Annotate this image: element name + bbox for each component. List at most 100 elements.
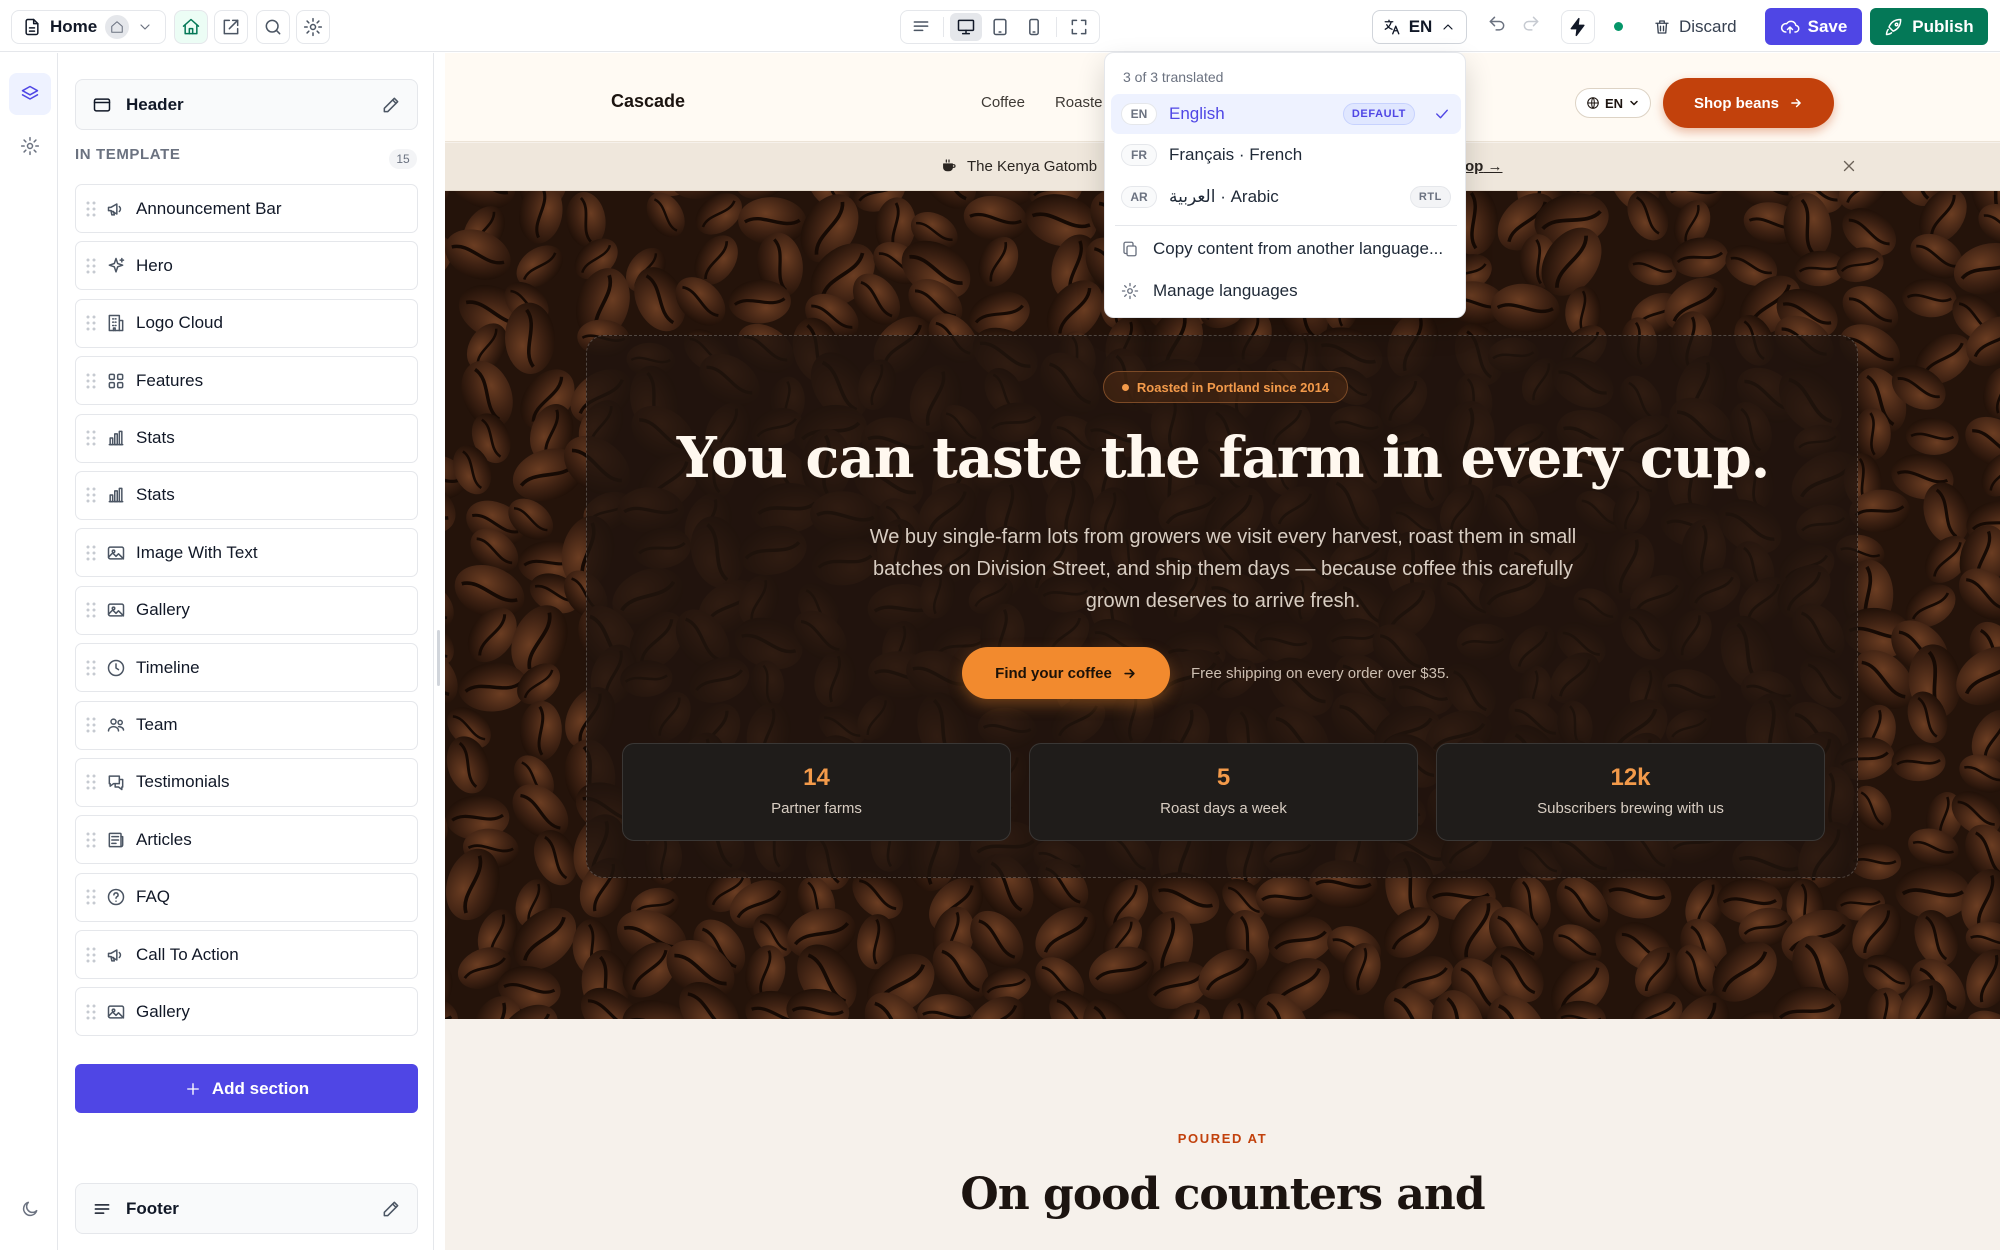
footer-section-row[interactable]: Footer <box>75 1183 418 1234</box>
page-settings-button[interactable] <box>296 10 330 44</box>
site-brand[interactable]: Cascade <box>611 91 685 112</box>
template-section-item[interactable]: Call To Action <box>75 930 418 980</box>
template-section-item[interactable]: Team <box>75 700 418 750</box>
site-settings-tab[interactable] <box>9 125 51 167</box>
newspaper-icon <box>108 832 124 848</box>
drag-handle-icon[interactable] <box>86 660 96 676</box>
drag-handle-icon[interactable] <box>86 430 96 446</box>
stat-card: 5 Roast days a week <box>1029 743 1418 841</box>
nav-link-coffee[interactable]: Coffee <box>981 94 1025 111</box>
find-your-coffee-button[interactable]: Find your coffee <box>962 647 1170 699</box>
template-section-item[interactable]: Image With Text <box>75 528 418 578</box>
language-option-french[interactable]: FR Français · French <box>1111 135 1461 175</box>
check-icon <box>1436 109 1448 119</box>
image-icon <box>107 1005 125 1019</box>
layers-tab[interactable] <box>9 73 51 115</box>
open-in-new-tab-button[interactable] <box>214 10 248 44</box>
drag-handle-icon[interactable] <box>86 774 96 790</box>
desktop-view-button[interactable] <box>949 13 982 41</box>
site-language-switcher[interactable]: EN <box>1575 88 1651 118</box>
quick-actions-button[interactable] <box>1561 10 1595 44</box>
nav-link-roasters[interactable]: Roaste <box>1055 94 1103 111</box>
language-switcher-button[interactable]: EN <box>1372 10 1467 44</box>
language-option-arabic[interactable]: AR العربية · Arabic RTL <box>1111 177 1461 217</box>
drag-handle-icon[interactable] <box>86 889 96 905</box>
expand-icon <box>1071 19 1087 35</box>
section-title[interactable]: On good counters and <box>445 1169 2000 1220</box>
discard-button[interactable]: Discard <box>1653 10 1737 44</box>
editor-toolbar: Home EN Discard Save Publish <box>0 0 2000 52</box>
device-preview-group <box>900 10 1100 44</box>
image-icon <box>107 603 125 617</box>
edit-footer-button[interactable] <box>381 1199 401 1219</box>
mobile-view-button[interactable] <box>1018 13 1050 41</box>
hero-subtitle[interactable]: We buy single-farm lots from growers we … <box>858 521 1588 617</box>
tablet-view-button[interactable] <box>984 13 1016 41</box>
section-label: Gallery <box>136 600 190 620</box>
redo-button[interactable] <box>1521 14 1541 34</box>
announcement-text: The Kenya Gatomb <box>967 158 1098 175</box>
template-section-item[interactable]: Timeline <box>75 643 418 693</box>
badge-dot <box>1121 383 1129 391</box>
hero-content-card: Roasted in Portland since 2014 You can t… <box>586 335 1858 878</box>
search-button[interactable] <box>256 10 290 44</box>
dark-mode-toggle[interactable] <box>9 1188 51 1230</box>
template-section-item[interactable]: Logo Cloud <box>75 298 418 348</box>
hero-badge: Roasted in Portland since 2014 <box>1103 371 1348 403</box>
drag-handle-icon[interactable] <box>86 258 96 274</box>
copy-content-action[interactable]: Copy content from another language... <box>1121 234 1443 264</box>
header-section-row[interactable]: Header <box>75 79 418 130</box>
template-section-item[interactable]: Announcement Bar <box>75 184 418 233</box>
close-announcement-button[interactable] <box>1840 157 1858 175</box>
drag-handle-icon[interactable] <box>86 602 96 618</box>
language-menu: 3 of 3 translated EN English DEFAULT FR … <box>1104 52 1466 318</box>
publish-label: Publish <box>1912 16 1974 36</box>
template-section-item[interactable]: Hero <box>75 241 418 291</box>
undo-button[interactable] <box>1487 14 1507 34</box>
shop-beans-button[interactable]: Shop beans <box>1663 78 1834 128</box>
template-section-item[interactable]: Stats <box>75 413 418 463</box>
drag-handle-icon[interactable] <box>86 201 96 217</box>
template-section-item[interactable]: Stats <box>75 470 418 520</box>
template-section-item[interactable]: FAQ <box>75 872 418 922</box>
edit-icon <box>383 97 399 112</box>
tablet-icon <box>993 18 1007 36</box>
drag-handle-icon[interactable] <box>86 315 96 331</box>
section-label: Timeline <box>136 657 200 677</box>
poured-at-section[interactable]: POURED AT On good counters and <box>445 1019 2000 1250</box>
search-icon <box>265 19 281 35</box>
manage-languages-action[interactable]: Manage languages <box>1121 276 1298 306</box>
panel-resize-handle[interactable] <box>437 630 440 686</box>
announcement-link[interactable]: op → <box>1465 158 1503 175</box>
add-section-button[interactable]: Add section <box>75 1064 418 1113</box>
gear-icon <box>303 17 323 37</box>
edit-header-button[interactable] <box>381 95 401 115</box>
drag-handle-icon[interactable] <box>86 373 96 389</box>
image-icon <box>107 546 125 560</box>
drag-handle-icon[interactable] <box>86 947 96 963</box>
template-section-item[interactable]: Gallery <box>75 585 418 635</box>
set-homepage-button[interactable] <box>174 10 208 44</box>
fullscreen-button[interactable] <box>1063 13 1095 41</box>
publish-button[interactable]: Publish <box>1870 8 1988 45</box>
drag-handle-icon[interactable] <box>86 717 96 733</box>
template-section-item[interactable]: Features <box>75 356 418 406</box>
header-label: Header <box>126 94 184 114</box>
default-badge: DEFAULT <box>1342 103 1415 125</box>
drag-handle-icon[interactable] <box>86 1004 96 1020</box>
drag-handle-icon[interactable] <box>86 487 96 503</box>
template-section-item[interactable]: Articles <box>75 815 418 865</box>
hero-title[interactable]: You can taste the farm in every cup. <box>587 425 1859 491</box>
drag-handle-icon[interactable] <box>86 832 96 848</box>
save-button[interactable]: Save <box>1765 8 1862 45</box>
template-section-item[interactable]: Testimonials <box>75 757 418 807</box>
drag-handle-icon[interactable] <box>86 545 96 561</box>
language-option-english[interactable]: EN English DEFAULT <box>1111 94 1461 134</box>
outline-toggle-button[interactable] <box>905 13 937 41</box>
template-section-item[interactable]: Gallery <box>75 987 418 1037</box>
page-switcher[interactable]: Home <box>11 10 166 44</box>
close-icon <box>1843 160 1855 172</box>
hero-badge-text: Roasted in Portland since 2014 <box>1136 379 1330 395</box>
language-name: العربية · Arabic <box>1169 187 1279 206</box>
edit-icon <box>383 1201 399 1216</box>
